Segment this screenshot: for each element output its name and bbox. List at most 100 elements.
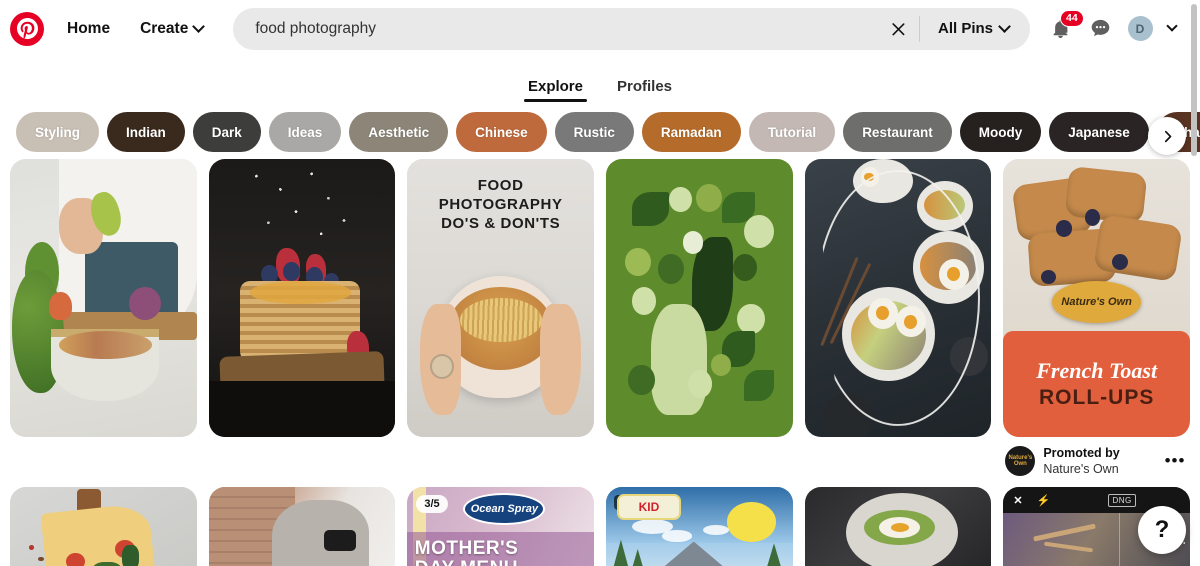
promoted-attribution: Nature's Own Promoted by Nature's Own ••… — [1003, 437, 1190, 477]
filter-pill[interactable]: Japanese — [1049, 112, 1149, 152]
advertiser-avatar-label: Nature's Own — [1008, 455, 1033, 467]
pin-image[interactable]: Nature's Own French Toast ROLL-UPS — [1003, 159, 1190, 437]
close-icon — [892, 23, 905, 36]
pin-card-dos-and-donts[interactable]: FOOD PHOTOGRAPHY DO'S & DON'TS — [407, 159, 594, 477]
brand-logo: Ocean Spray — [463, 492, 546, 525]
format-badge: DNG — [1108, 493, 1136, 507]
pin-image[interactable] — [208, 159, 396, 437]
filter-pill-label: Styling — [35, 124, 81, 140]
search-result-tabs: Explore Profiles — [0, 57, 1200, 103]
filter-pill-label: Rustic — [573, 124, 615, 140]
filter-pill[interactable]: Restaurant — [843, 112, 952, 152]
create-label: Create — [140, 19, 189, 37]
pin-card-avocado-egg[interactable] — [804, 487, 992, 566]
filter-pill[interactable]: Styling — [16, 112, 100, 152]
messages-button[interactable] — [1080, 9, 1120, 49]
pin-artwork — [10, 159, 197, 437]
pin-card-pizza-slice[interactable] — [10, 487, 197, 566]
brand-logo-label: Nature's Own — [1061, 296, 1132, 309]
pin-card-promoted-french-toast[interactable]: Nature's Own French Toast ROLL-UPS Natur… — [1003, 159, 1190, 477]
pin-artwork: KID — [606, 487, 793, 566]
pin-image[interactable]: KID 0:10 — [606, 487, 793, 566]
home-label: Home — [67, 19, 111, 37]
filter-pill[interactable]: Dark — [192, 112, 261, 152]
pin-artwork — [208, 159, 396, 437]
filter-pill-label: Chinese — [475, 124, 528, 140]
ellipsis-icon[interactable]: ••• — [1162, 448, 1188, 474]
carousel-position-badge: 3/5 — [416, 495, 448, 513]
clear-search-button[interactable] — [879, 8, 919, 50]
filter-pill-label: Moody — [978, 124, 1023, 140]
pin-overlay-title: MOTHER'S DAY MENU — [415, 539, 557, 566]
account-menu-button[interactable] — [1160, 11, 1186, 47]
pin-card-green-vegetables[interactable] — [606, 159, 793, 477]
pin-card-pancakes[interactable] — [208, 159, 396, 477]
chevron-right-icon — [1164, 130, 1171, 142]
tab-profiles-label: Profiles — [617, 78, 673, 95]
filter-pill-label: Japanese — [1068, 124, 1130, 140]
brand-logo-label: Ocean Spray — [470, 502, 539, 515]
pills-scroll-next-button[interactable] — [1148, 117, 1186, 155]
filter-pill-label: Aesthetic — [368, 124, 430, 140]
close-icon[interactable]: ✕ — [1013, 494, 1022, 507]
home-nav-button[interactable]: Home — [52, 10, 125, 48]
filter-pill[interactable]: Tutorial — [748, 112, 836, 152]
pin-image[interactable] — [804, 159, 992, 437]
filter-pill-bar: Styling Indian Dark Ideas Aesthetic Chinese Ru… — [0, 103, 1200, 159]
search-input[interactable] — [233, 19, 879, 38]
pin-image[interactable] — [804, 487, 992, 566]
create-nav-button[interactable]: Create — [125, 10, 219, 48]
filter-pill-label: Dark — [211, 124, 242, 140]
filter-pill[interactable]: Aesthetic — [349, 112, 449, 152]
title-line-1: MOTHER'S — [414, 538, 519, 560]
pin-image[interactable] — [208, 487, 396, 566]
brand-logo: Nature's Own — [1051, 281, 1142, 323]
pin-image[interactable]: FOOD PHOTOGRAPHY DO'S & DON'TS — [407, 159, 594, 437]
promoted-label: Promoted by — [1043, 446, 1120, 460]
filter-pill[interactable]: Indian — [107, 112, 185, 152]
filter-pill[interactable]: Moody — [959, 112, 1042, 152]
advertiser-avatar[interactable]: Nature's Own — [1005, 446, 1036, 476]
filter-pill-label: Restaurant — [862, 124, 933, 140]
advertiser-name: Nature's Own — [1043, 462, 1119, 476]
help-button[interactable]: ? — [1138, 506, 1186, 554]
search-bar[interactable]: All Pins — [233, 7, 1030, 50]
pin-card-photographer[interactable] — [208, 487, 396, 566]
filter-pill[interactable]: Ramadan — [641, 112, 741, 152]
account-avatar-button[interactable]: D — [1120, 9, 1160, 49]
brand-logo: KID — [617, 493, 681, 520]
pin-artwork — [804, 487, 992, 566]
scrollbar-thumb[interactable] — [1191, 4, 1197, 156]
page-scrollbar[interactable] — [1191, 2, 1198, 564]
pin-card-lime-bowl[interactable] — [10, 159, 197, 477]
pinterest-logo-icon[interactable] — [10, 11, 44, 46]
pin-image[interactable]: Ocean Spray MOTHER'S DAY MENU 3/5 — [407, 487, 594, 566]
filter-pill-row[interactable]: Styling Indian Dark Ideas Aesthetic Chinese Ru… — [0, 111, 1200, 153]
pin-artwork — [208, 487, 396, 566]
pin-overlay-title: FOOD PHOTOGRAPHY DO'S & DON'TS — [438, 176, 563, 232]
filter-pill-label: Ideas — [287, 124, 323, 140]
title-line-2: DAY MENU — [415, 559, 557, 566]
filter-pill[interactable]: Ideas — [268, 112, 342, 152]
tab-explore-label: Explore — [527, 78, 583, 95]
flash-auto-icon[interactable]: ⚡ — [1037, 494, 1051, 507]
all-pins-filter-button[interactable]: All Pins — [920, 8, 1030, 50]
tab-profiles[interactable]: Profiles — [613, 78, 676, 103]
help-label: ? — [1154, 516, 1170, 543]
pin-card-mothers-day-menu[interactable]: Ocean Spray MOTHER'S DAY MENU 3/5 — [407, 487, 594, 566]
pin-image[interactable] — [10, 159, 197, 437]
pin-image[interactable] — [10, 487, 197, 566]
pin-image[interactable] — [606, 159, 793, 437]
tab-explore[interactable]: Explore — [523, 78, 588, 103]
top-navigation-bar: Home Create All Pins 44 — [0, 0, 1200, 57]
notifications-button[interactable]: 44 — [1040, 9, 1084, 49]
filter-pill[interactable]: Rustic — [554, 112, 634, 152]
filter-pill[interactable]: Chinese — [456, 112, 547, 152]
pin-card-kid-video[interactable]: KID 0:10 — [606, 487, 793, 566]
promo-panel: French Toast ROLL-UPS — [1003, 331, 1190, 437]
chevron-down-icon — [194, 22, 204, 32]
pin-card-ramen-flatlay[interactable] — [804, 159, 992, 477]
all-pins-label: All Pins — [937, 20, 993, 37]
filter-pill-label: Ramadan — [660, 124, 722, 140]
avatar-initial: D — [1135, 21, 1145, 36]
